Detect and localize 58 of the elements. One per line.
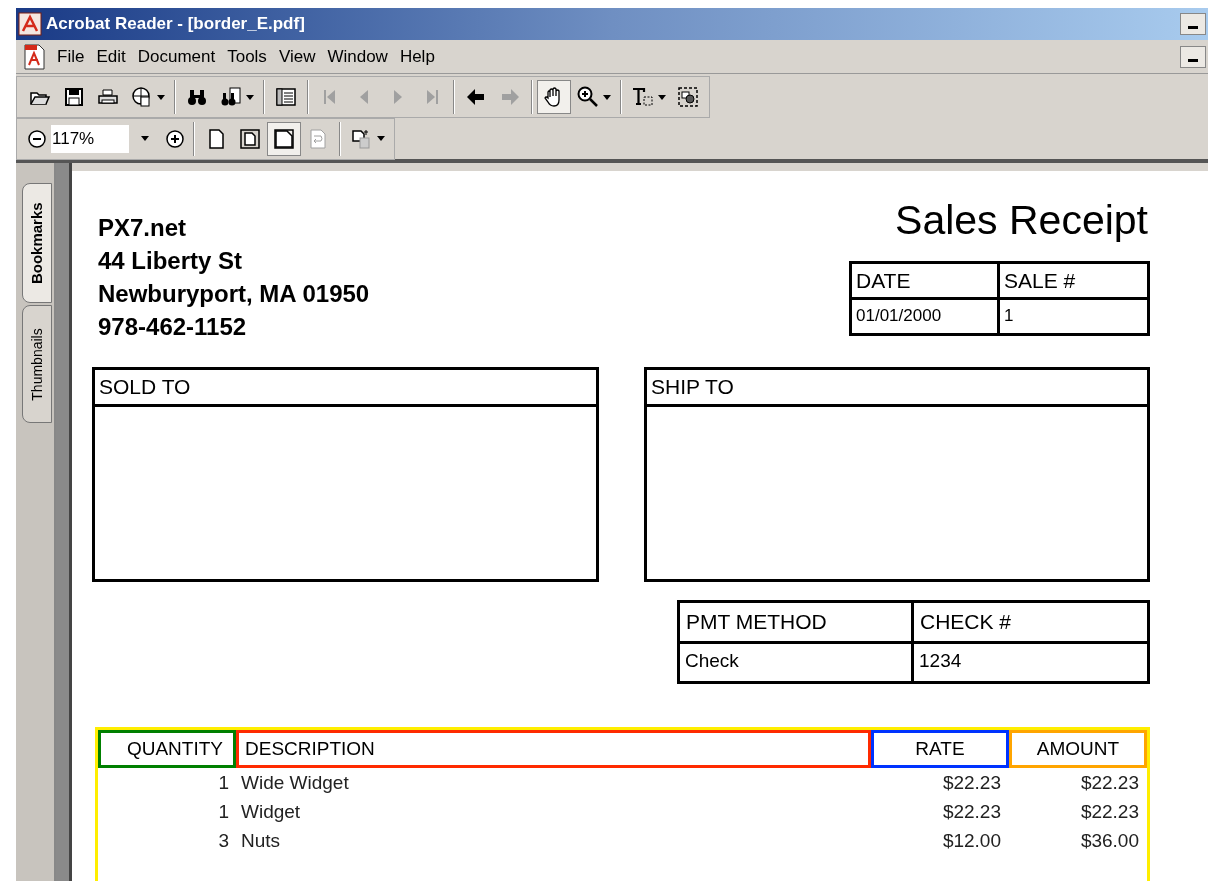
minimize-button[interactable] — [1180, 13, 1206, 35]
menu-item[interactable]: Edit — [91, 43, 131, 70]
table-cell-text: $22.23 — [1079, 800, 1140, 824]
fit-width-icon — [272, 126, 296, 151]
dropdown-arrow-icon — [141, 136, 149, 141]
snapshot-icon — [676, 85, 700, 109]
menu-item[interactable]: View — [273, 43, 321, 70]
text-select-icon — [631, 85, 655, 109]
column-header: QUANTITY — [98, 730, 236, 768]
table-cell-text: 3 — [217, 829, 230, 853]
company-info-line: 44 Liberty St — [98, 246, 244, 276]
zoom-in-icon — [576, 85, 600, 109]
column-header: RATE — [871, 730, 1009, 768]
table-cell-text: $22.23 — [941, 771, 1002, 795]
table-header: CHECK # — [914, 603, 1147, 644]
company-info-line: Newburyport, MA 01950 — [98, 279, 370, 309]
table-cell-text: Widget — [240, 800, 302, 824]
pane-splitter[interactable] — [56, 163, 72, 881]
table-header: DATE — [852, 264, 1000, 300]
table-cell-text: Wide Widget — [240, 771, 350, 795]
menu-item[interactable]: Document — [132, 43, 221, 70]
table-cell: 01/01/2000 — [852, 300, 1000, 333]
table-cell-text: $12.00 — [941, 829, 1002, 853]
table-cell-text: $36.00 — [1079, 829, 1140, 853]
table-cell-text: 1234 — [918, 649, 963, 673]
zoom-out-icon — [27, 128, 47, 149]
table-cell-text: 1 — [217, 771, 230, 795]
menu-item[interactable]: File — [52, 43, 90, 70]
company-info-line: PX7.net — [98, 213, 188, 243]
fit-page-icon — [238, 126, 262, 151]
menu-item[interactable]: Window — [322, 43, 393, 70]
table-cell-text: Nuts — [240, 829, 282, 853]
document-title: Sales Receipt — [895, 197, 1148, 243]
company-info-line: 978-462-1152 — [98, 312, 248, 342]
app-icon — [18, 12, 42, 36]
menu-item[interactable]: Tools — [222, 43, 272, 70]
table-cell-text: $22.23 — [1079, 771, 1140, 795]
column-header: AMOUNT — [1009, 730, 1147, 768]
side-tab[interactable]: Thumbnails — [22, 305, 52, 423]
minimize-button[interactable] — [1180, 45, 1206, 68]
table-cell-text: 1 — [1003, 305, 1015, 327]
side-tab[interactable]: Bookmarks — [22, 183, 52, 303]
table-cell-text: $22.23 — [941, 800, 1002, 824]
column-header: DESCRIPTION — [236, 730, 871, 768]
navigation-pane-icon — [274, 85, 298, 109]
table-header: PMT METHOD — [680, 603, 914, 644]
menu-item[interactable]: Help — [394, 43, 440, 70]
box-label: SOLD TO — [95, 370, 596, 407]
box-label: SHIP TO — [647, 370, 1147, 407]
zoom-in-icon — [165, 128, 185, 149]
window-title: Acrobat Reader - [border_E.pdf] — [46, 13, 306, 36]
pdf-icon — [22, 43, 46, 70]
toolbar-button[interactable] — [537, 80, 571, 114]
save-icon — [62, 85, 86, 109]
toolbar-button[interactable] — [267, 121, 301, 156]
table-header: SALE # — [1000, 264, 1147, 300]
table-cell: Check — [680, 644, 914, 681]
table-cell-text: 1 — [217, 800, 230, 824]
